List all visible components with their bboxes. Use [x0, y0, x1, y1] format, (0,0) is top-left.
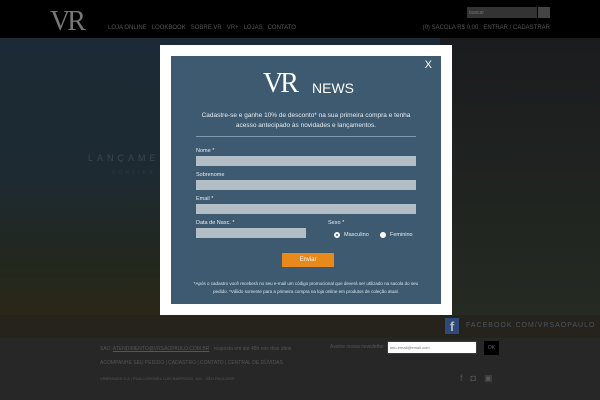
radio-checked-icon [334, 232, 340, 238]
divider [196, 136, 416, 137]
newsletter-modal: X VR NEWS Cadastre-se e ganhe 10% de des… [160, 45, 452, 315]
sexo-label: Sexo * [328, 220, 345, 226]
close-icon[interactable]: X [425, 59, 432, 71]
email-input[interactable] [196, 204, 416, 214]
radio-masculino[interactable]: Masculino [334, 232, 369, 238]
birthdate-input[interactable] [196, 228, 306, 238]
disclaimer-note: *Após o cadastro você receberá no seu e-… [193, 281, 419, 294]
news-label: NEWS [312, 80, 354, 96]
modal-intro: Cadastre-se e ganhe 10% de desconto* na … [201, 112, 411, 129]
email-label: Email * [196, 196, 214, 202]
radio-feminino[interactable]: Feminino [380, 232, 413, 238]
sobrenome-input[interactable] [196, 180, 416, 190]
masculino-label: Masculino [344, 232, 369, 238]
sobrenome-label: Sobrenome [196, 172, 225, 178]
nome-label: Nome * [196, 148, 215, 154]
feminino-label: Feminino [390, 232, 413, 238]
modal-panel: X VR NEWS Cadastre-se e ganhe 10% de des… [171, 56, 441, 304]
submit-button[interactable]: Enviar [282, 253, 334, 267]
nasc-label: Data de Nasc. * [196, 220, 235, 226]
nome-input[interactable] [196, 156, 416, 166]
vr-news-logo: VR [263, 68, 299, 99]
radio-unchecked-icon [380, 232, 386, 238]
